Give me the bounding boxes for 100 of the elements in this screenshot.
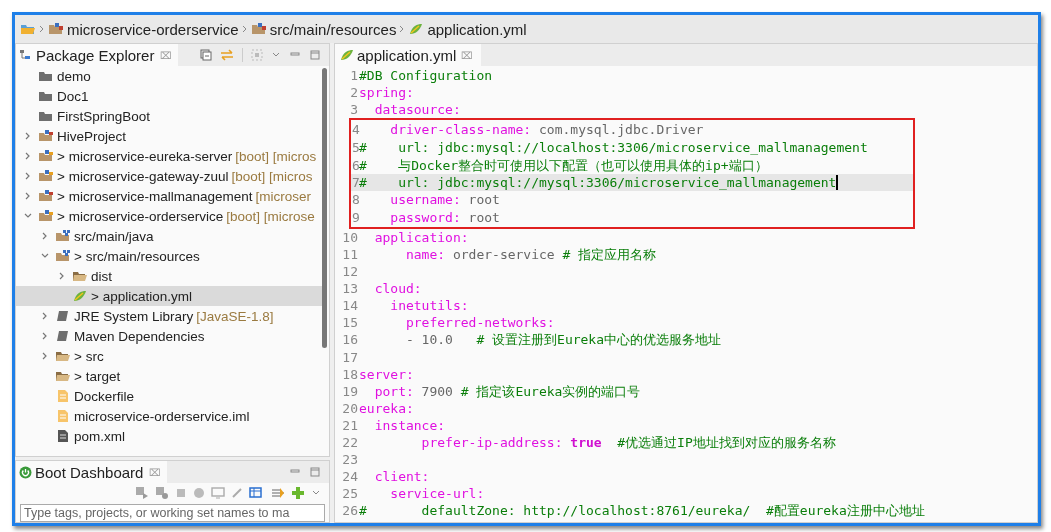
- tree-item[interactable]: > src: [74, 348, 104, 364]
- line-number: 24: [341, 468, 359, 486]
- library-icon: [55, 329, 71, 343]
- project-icon: [38, 169, 54, 183]
- line-number: 26: [341, 502, 359, 520]
- open-folder-icon: [55, 349, 71, 363]
- yaml-value: root: [467, 190, 500, 208]
- line-number: 25: [341, 485, 359, 503]
- line-number: 17: [341, 348, 359, 366]
- open-folder-icon: [72, 269, 88, 283]
- folder-icon: [38, 69, 54, 83]
- line-number: 20: [341, 399, 359, 417]
- selected-tree-item[interactable]: > application.yml: [16, 286, 322, 306]
- monitor-icon[interactable]: [211, 487, 225, 499]
- view-title[interactable]: Boot Dashboard: [35, 463, 144, 481]
- yaml-value: root: [467, 208, 500, 226]
- project-decoration: [boot] [micros: [235, 148, 317, 164]
- yaml-key: instance:: [359, 416, 446, 434]
- tree-item[interactable]: dist: [91, 268, 112, 284]
- package-folder-icon: [55, 229, 71, 243]
- library-icon: [55, 309, 71, 323]
- tree-item[interactable]: JRE System Library: [74, 308, 194, 324]
- view-menu-icon[interactable]: [271, 51, 281, 59]
- yaml-key: spring:: [359, 84, 414, 102]
- tree-item[interactable]: > microservice-orderservice: [57, 208, 224, 224]
- leaf-icon: [339, 48, 355, 62]
- maximize-icon[interactable]: [309, 467, 321, 477]
- tree-item[interactable]: > microservice-eureka-server: [57, 148, 233, 164]
- line-number: 21: [341, 416, 359, 434]
- scrollbar[interactable]: [322, 68, 327, 348]
- line-number: 22: [341, 434, 359, 451]
- tree-item[interactable]: pom.xml: [74, 428, 125, 444]
- chevron-icon: [39, 25, 45, 33]
- yaml-key: server:: [359, 365, 414, 383]
- yaml-comment: # 指定该Eureka实例的端口号: [460, 382, 641, 400]
- folder-icon: [38, 89, 54, 103]
- editor-tab[interactable]: application.yml ⌧: [335, 44, 482, 66]
- line-number: 18: [341, 365, 359, 383]
- yaml-comment: # 与Docker整合时可使用以下配置（也可以使用具体的ip+端口）: [359, 156, 768, 174]
- breadcrumb-item[interactable]: src/main/resources: [269, 20, 397, 38]
- power-icon: [19, 465, 32, 479]
- open-folder-icon: [55, 369, 71, 383]
- breadcrumb-item[interactable]: microservice-orderservice: [67, 20, 239, 38]
- tree-item[interactable]: > src/main/resources: [74, 248, 200, 264]
- focus-icon[interactable]: [251, 49, 263, 61]
- yaml-key: datasource:: [359, 101, 461, 119]
- chevron-icon: [241, 25, 248, 33]
- project-icon: [38, 189, 54, 203]
- view-title[interactable]: Package Explorer: [36, 46, 155, 64]
- line-number: 8: [352, 190, 359, 208]
- line-number: 3: [349, 101, 359, 119]
- chevron-icon: [399, 25, 406, 33]
- yaml-comment: # 设置注册到Eureka中心的优选服务地址: [476, 331, 722, 349]
- tree-item[interactable]: > target: [74, 368, 121, 384]
- yaml-value: - 10.0: [404, 331, 454, 349]
- tree-item[interactable]: microservice-orderservice.iml: [74, 408, 250, 424]
- pencil-icon[interactable]: [231, 487, 243, 499]
- link-editor-icon[interactable]: [220, 49, 234, 61]
- yaml-key: driver-class-name:: [359, 121, 532, 139]
- table-icon[interactable]: [249, 487, 265, 499]
- maximize-icon[interactable]: [309, 50, 321, 60]
- yaml-key: password:: [359, 208, 461, 226]
- search-field[interactable]: Type tags, projects, or working set names to ma: [20, 504, 325, 522]
- collapse-all-icon[interactable]: [200, 49, 212, 61]
- line-number: 10: [341, 228, 359, 246]
- yaml-comment: #DB Configuration: [359, 67, 493, 85]
- tree-item[interactable]: > microservice-mallmanagement: [57, 188, 253, 204]
- project-decoration: [microser: [255, 188, 311, 204]
- tree-item[interactable]: HiveProject: [57, 128, 127, 144]
- tree-item[interactable]: > microservice-gateway-zuul: [57, 168, 229, 184]
- line-number: 1: [349, 67, 359, 85]
- yaml-comment: # url: jdbc:mysql://mysql:3306/microservice_mallmanagement: [359, 173, 837, 191]
- yaml-key: port:: [359, 382, 414, 400]
- leaf-icon: [408, 22, 425, 36]
- line-number: 6: [352, 156, 359, 174]
- yaml-value: com.mysql.jdbc.Driver: [538, 121, 704, 139]
- project-decoration: [boot] [microse: [226, 208, 315, 224]
- start-icon[interactable]: [135, 486, 149, 500]
- line-number: 2: [349, 84, 359, 102]
- folder-icon: [38, 109, 54, 123]
- tree-item[interactable]: src/main/java: [74, 228, 154, 244]
- stop-icon[interactable]: [175, 487, 187, 499]
- add-icon[interactable]: [291, 486, 305, 500]
- breadcrumb-item[interactable]: application.yml: [427, 20, 527, 38]
- package-explorer-icon: [19, 49, 33, 61]
- yaml-comment: # 指定应用名称: [562, 246, 657, 263]
- view-menu-icon[interactable]: [311, 489, 321, 497]
- tree-item[interactable]: Dockerfile: [74, 388, 135, 404]
- folder-icon: [20, 22, 36, 36]
- yaml-key: application:: [359, 228, 469, 246]
- tree-item[interactable]: Doc1: [57, 88, 89, 104]
- tree-item[interactable]: FirstSpringBoot: [57, 108, 151, 124]
- line-number: 11: [341, 246, 359, 263]
- debug-icon[interactable]: [155, 486, 169, 500]
- yaml-value: 7900: [420, 382, 454, 400]
- tree-item[interactable]: Maven Dependencies: [74, 328, 205, 344]
- yaml-key: username:: [359, 190, 461, 208]
- tree-item[interactable]: demo: [57, 68, 91, 84]
- project-decoration: [JavaSE-1.8]: [196, 308, 274, 324]
- filter-icon[interactable]: [271, 487, 285, 499]
